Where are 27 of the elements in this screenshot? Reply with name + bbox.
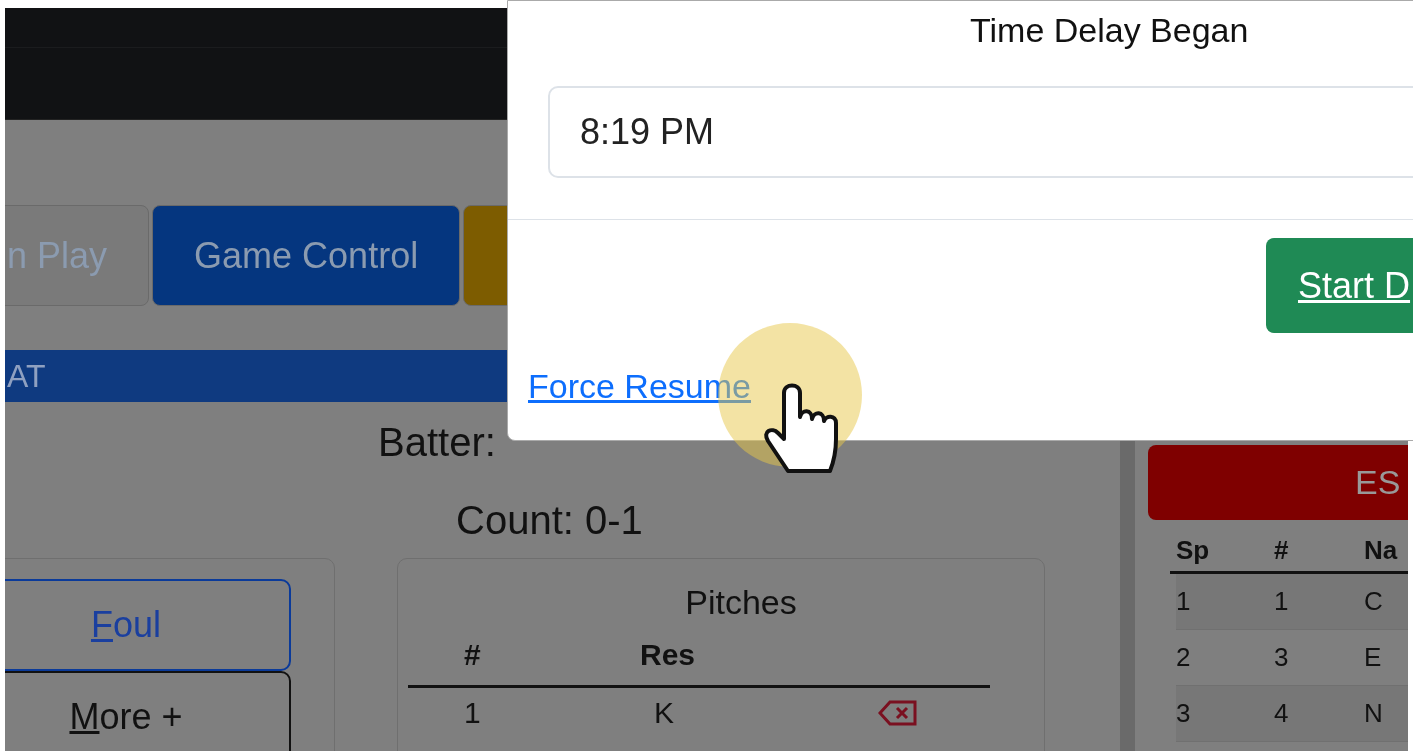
delete-icon[interactable] xyxy=(878,698,918,727)
column-header: Res xyxy=(640,637,696,673)
table-cell-text: K xyxy=(654,695,675,731)
column-header: # xyxy=(464,637,482,673)
table-cell-text: 1 xyxy=(1176,585,1192,618)
table-cell-text: C xyxy=(1364,585,1383,618)
column-header: Sp xyxy=(1176,534,1211,567)
table-cell-text: 4 xyxy=(1274,697,1290,730)
team-header: ES xyxy=(1148,445,1408,520)
table-cell-text: E xyxy=(1364,641,1382,674)
foul-button[interactable]: Foul xyxy=(5,579,291,671)
table-cell-text: 3 xyxy=(1176,697,1192,730)
column-header: Na xyxy=(1364,534,1398,567)
table-cell-text: 1 xyxy=(464,695,482,731)
field-label: Time Delay Began xyxy=(970,10,1250,51)
column-header: # xyxy=(1274,534,1290,567)
table-cell-text: 3 xyxy=(1274,641,1290,674)
pitches-title: Pitches xyxy=(684,582,798,623)
batter-label: Batter: xyxy=(378,419,496,466)
start-delay-button[interactable]: Start D xyxy=(1266,238,1413,333)
table-cell-text: N xyxy=(1364,697,1383,730)
more-button[interactable]: More + xyxy=(5,671,291,751)
table-cell-text: 1 xyxy=(1274,585,1290,618)
time-input[interactable]: 8:19 PM xyxy=(548,86,1413,178)
table-cell-text: 2 xyxy=(1176,641,1192,674)
count-label: Count: 0-1 xyxy=(456,497,643,544)
tab[interactable]: Game Control xyxy=(152,205,461,306)
